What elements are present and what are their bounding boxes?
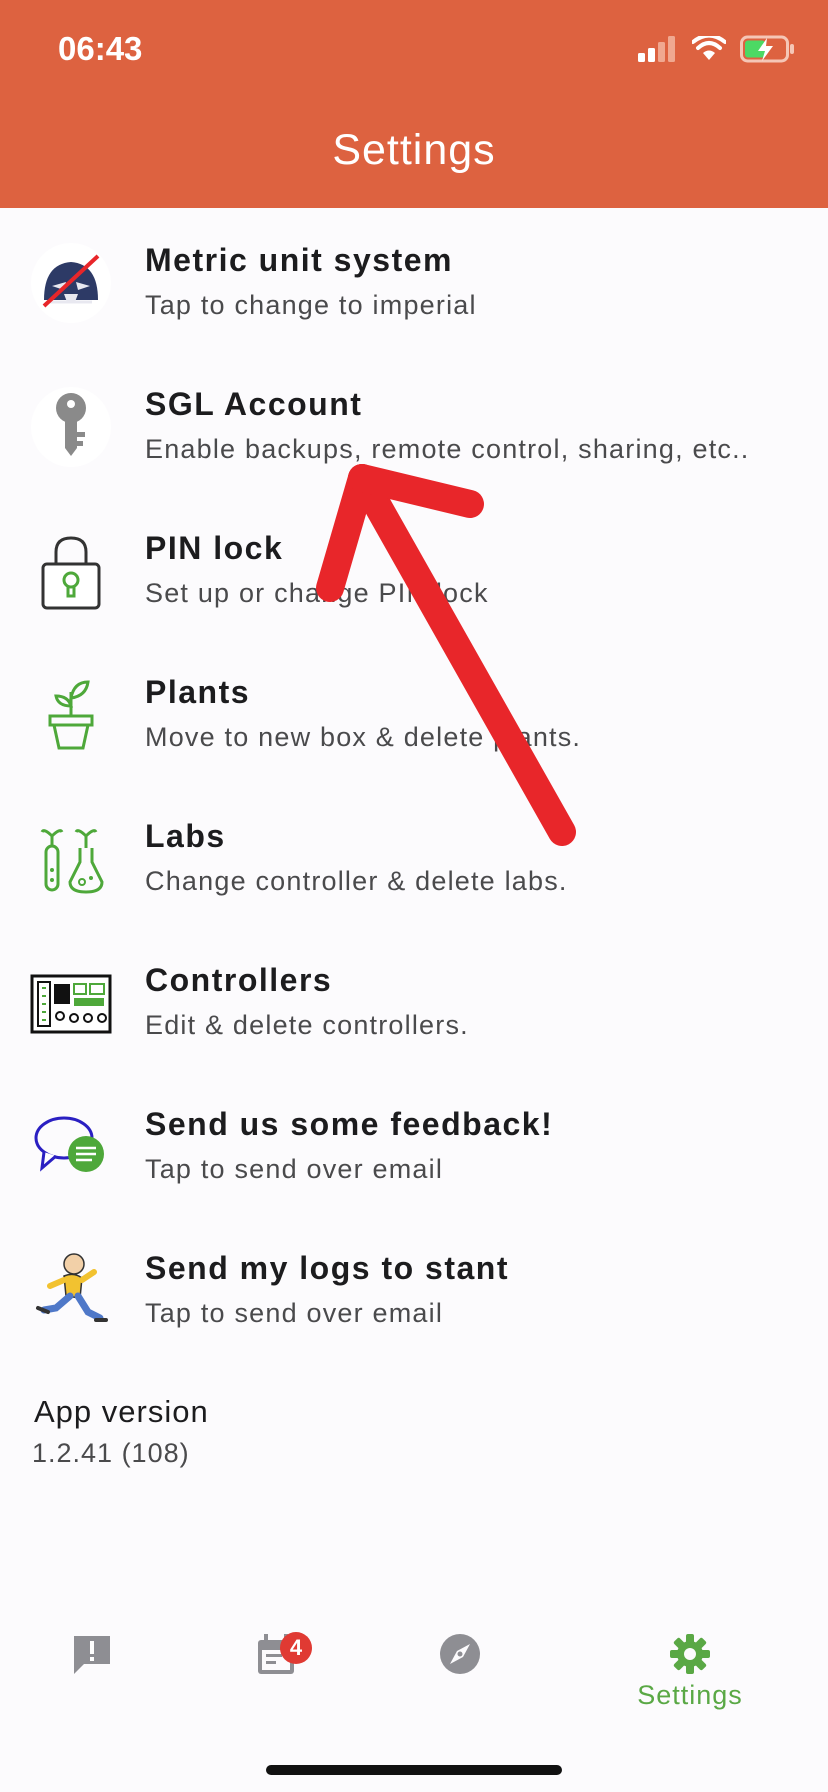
setting-subtitle: Tap to change to imperial xyxy=(145,290,477,320)
signal-icon xyxy=(638,36,675,62)
setting-plants[interactable]: Plants Move to new box & delete plants. xyxy=(0,640,828,784)
status-icons xyxy=(638,32,796,66)
padlock-icon xyxy=(30,530,112,612)
tab-alerts[interactable] xyxy=(32,1632,152,1732)
setting-sgl-account[interactable]: SGL Account Enable backups, remote contr… xyxy=(0,352,828,496)
compass-icon xyxy=(440,1634,480,1674)
setting-title: Metric unit system xyxy=(145,242,453,278)
setting-pin-lock[interactable]: PIN lock Set up or change PIN lock xyxy=(0,496,828,640)
setting-title: PIN lock xyxy=(145,530,284,566)
tab-bar: 4 Settings xyxy=(0,1602,828,1792)
tab-settings[interactable]: Settings xyxy=(630,1632,750,1732)
setting-subtitle: Tap to send over email xyxy=(145,1154,444,1184)
setting-subtitle: Change controller & delete labs. xyxy=(145,866,568,896)
app-version-value: 1.2.41 (108) xyxy=(32,1438,190,1468)
header-bar: 06:43 Settings xyxy=(0,0,828,208)
setting-subtitle: Enable backups, remote control, sharing,… xyxy=(145,434,750,464)
circuit-board-icon xyxy=(30,962,112,1044)
tab-explore[interactable] xyxy=(400,1632,520,1732)
app-version-label: App version xyxy=(34,1394,209,1429)
setting-title: Send my logs to stant xyxy=(145,1250,509,1286)
setting-title: Send us some feedback! xyxy=(145,1106,554,1142)
vader-helmet-icon xyxy=(30,242,112,324)
tab-calendar[interactable]: 4 xyxy=(216,1632,336,1732)
home-indicator[interactable] xyxy=(266,1765,562,1775)
exclamation-bubble-icon xyxy=(74,1636,110,1674)
tab-settings-label: Settings xyxy=(637,1680,743,1710)
battery-charging-icon xyxy=(740,35,794,63)
settings-list: Metric unit system Tap to change to impe… xyxy=(0,208,828,1360)
key-icon xyxy=(30,386,112,468)
setting-subtitle: Set up or change PIN lock xyxy=(145,578,489,608)
setting-title: Plants xyxy=(145,674,251,710)
potted-plant-icon xyxy=(30,674,112,756)
setting-feedback[interactable]: Send us some feedback! Tap to send over … xyxy=(0,1072,828,1216)
setting-subtitle: Tap to send over email xyxy=(145,1298,444,1328)
chat-bubbles-icon xyxy=(30,1106,112,1188)
setting-subtitle: Edit & delete controllers. xyxy=(145,1010,469,1040)
status-time: 06:43 xyxy=(58,30,143,67)
setting-title: Controllers xyxy=(145,962,333,998)
setting-title: Labs xyxy=(145,818,226,854)
settings-screen: 06:43 Settings Metric unit system Tap to… xyxy=(0,0,828,1792)
wifi-icon xyxy=(692,36,726,60)
test-tubes-icon xyxy=(30,818,112,900)
setting-labs[interactable]: Labs Change controller & delete labs. xyxy=(0,784,828,928)
setting-send-logs[interactable]: Send my logs to stant Tap to send over e… xyxy=(0,1216,828,1360)
running-man-icon xyxy=(30,1250,112,1332)
setting-unit-system[interactable]: Metric unit system Tap to change to impe… xyxy=(0,208,828,352)
page-title: Settings xyxy=(332,126,496,174)
setting-controllers[interactable]: Controllers Edit & delete controllers. xyxy=(0,928,828,1072)
gear-icon xyxy=(670,1634,710,1674)
calendar-badge: 4 xyxy=(280,1632,312,1664)
setting-title: SGL Account xyxy=(145,386,363,422)
setting-subtitle: Move to new box & delete plants. xyxy=(145,722,582,752)
